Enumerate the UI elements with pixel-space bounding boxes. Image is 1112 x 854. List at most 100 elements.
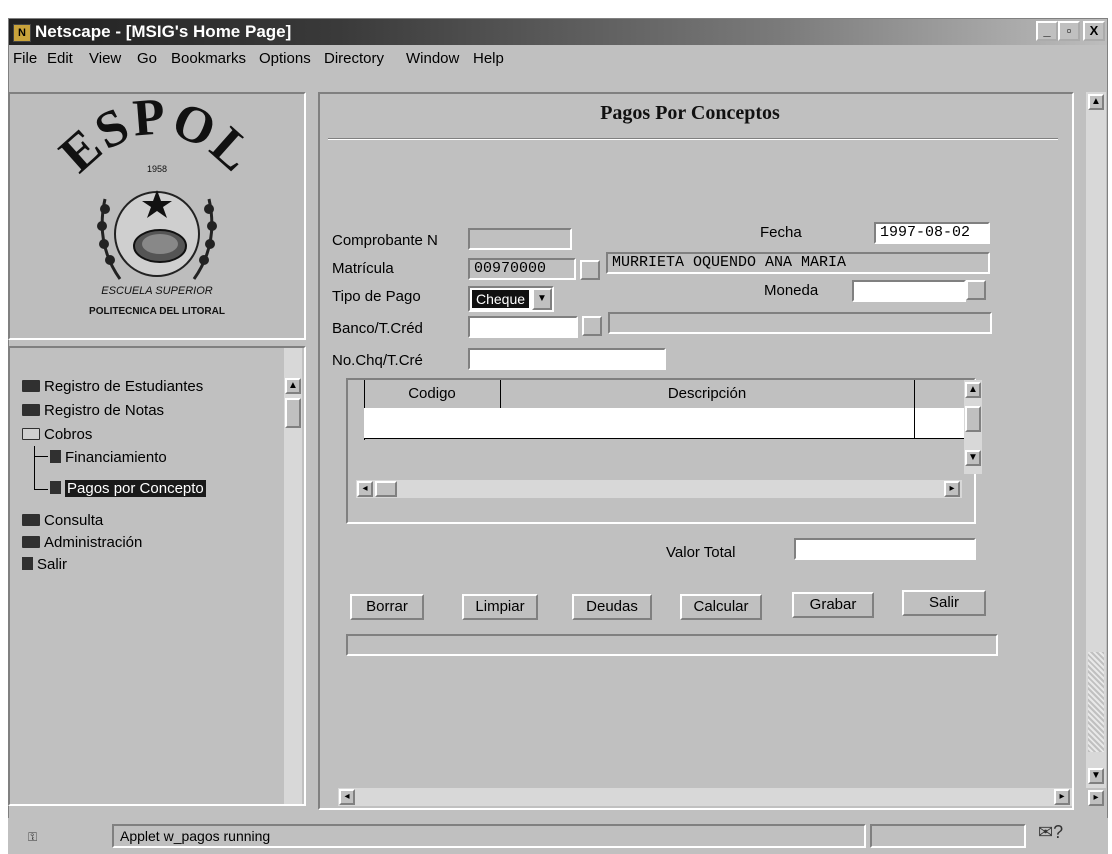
tipo-pago-select[interactable]: Cheque ▼ [468,286,554,312]
logo-motto-2: POLITECNICA DEL LITORAL [89,306,225,317]
fecha-label: Fecha [760,224,802,241]
status-bar: ⚿ Applet w_pagos running ✉? [8,818,1108,854]
matricula-field[interactable]: 00970000 [468,258,576,280]
moneda-lookup-button[interactable] [966,280,986,300]
maximize-button[interactable]: ▫ [1058,21,1080,41]
sidebar-item-administracion[interactable]: Administración [22,534,142,551]
grid-vertical-scrollbar[interactable]: ▲ ▼ [964,380,982,474]
borrar-button[interactable]: Borrar [350,594,424,620]
scroll-right-arrow-icon[interactable]: ▸ [944,481,960,497]
sidebar-item-consulta[interactable]: Consulta [22,512,103,529]
content-horizontal-scrollbar[interactable]: ◂ ▸ [338,788,1072,806]
progress-bar [870,824,1026,848]
sidebar-item-cobros[interactable]: Cobros [22,426,92,443]
folder-open-icon [22,428,40,440]
tipo-pago-label: Tipo de Pago [332,288,421,305]
close-button[interactable]: X [1083,21,1105,41]
scrollbar-track[interactable] [1088,652,1104,752]
tree-connector [34,446,35,490]
comprobante-label: Comprobante N [332,232,438,249]
content-frame: Pagos Por Conceptos Comprobante N Fecha … [318,92,1074,810]
security-key-icon: ⚿ [28,830,38,844]
table-cell-codigo[interactable] [364,408,501,439]
tree-connector [34,456,48,457]
sidebar-item-registro-notas[interactable]: Registro de Notas [22,402,164,419]
menu-help[interactable]: Help [473,47,504,71]
banco-field[interactable] [468,316,578,338]
scrollbar-thumb[interactable] [965,406,981,432]
sidebar-item-registro-estudiantes[interactable]: Registro de Estudiantes [22,378,203,395]
menu-file[interactable]: File [13,47,37,71]
matricula-lookup-button[interactable] [580,260,600,280]
minimize-button[interactable]: _ [1036,21,1058,41]
message-bar [346,634,998,656]
row-selector-column [348,380,365,440]
valor-total-label: Valor Total [666,544,736,561]
mail-icon[interactable]: ✉? [1038,822,1063,843]
tipo-pago-value: Cheque [472,290,530,308]
table-cell-extra[interactable] [915,408,965,439]
menu-bookmarks[interactable]: Bookmarks [171,47,246,71]
comprobante-field[interactable] [468,228,572,250]
valor-total-field[interactable] [794,538,976,560]
column-header-codigo[interactable]: Codigo [364,380,501,409]
folder-icon [22,514,40,526]
folder-icon [22,404,40,416]
folder-icon [22,380,40,392]
tree-connector [34,489,48,490]
espol-logo: ESPOL 1958 ESCUELA SUPERIOR POLITECNICA … [10,88,304,338]
sidebar-item-financiamiento[interactable]: Financiamiento [50,449,167,466]
nocheque-label: No.Chq/T.Cré [332,352,423,369]
matricula-label: Matrícula [332,260,394,277]
menu-view[interactable]: View [89,47,121,71]
scroll-left-arrow-icon[interactable]: ◂ [357,481,373,497]
title-bar: N Netscape - [MSIG's Home Page] _ ▫ X [9,19,1107,45]
scroll-right-arrow-icon[interactable]: ▸ [1054,789,1070,805]
column-header-descripcion[interactable]: Descripción [500,380,915,409]
detail-grid[interactable]: Codigo Descripción ▲ ▼ ◂ ▸ [346,378,982,524]
calcular-button[interactable]: Calcular [680,594,762,620]
nocheque-field[interactable] [468,348,666,370]
nombre-field: MURRIETA OQUENDO ANA MARIA [606,252,990,274]
moneda-label: Moneda [764,282,819,299]
scroll-down-arrow-icon[interactable]: ▼ [965,450,981,466]
menu-options[interactable]: Options [259,47,311,71]
page-title: Pagos Por Conceptos [600,102,780,124]
title-divider [328,138,1058,140]
scroll-up-arrow-icon[interactable]: ▲ [965,382,981,398]
menu-go[interactable]: Go [137,47,157,71]
scroll-left-arrow-icon[interactable]: ◂ [339,789,355,805]
banco-label: Banco/T.Créd [332,320,423,337]
scroll-up-arrow-icon[interactable]: ▲ [1088,94,1104,110]
banco-lookup-button[interactable] [582,316,602,336]
chevron-down-icon[interactable]: ▼ [532,288,552,310]
scrollbar-thumb[interactable] [375,481,397,497]
scroll-up-arrow-icon[interactable]: ▲ [285,378,301,394]
menu-window[interactable]: Window [406,47,459,71]
tree-scrollbar[interactable]: ▲ [284,348,302,804]
deudas-button[interactable]: Deudas [572,594,652,620]
fecha-field[interactable]: 1997-08-02 [874,222,990,244]
banco-desc-field [608,312,992,334]
document-icon [50,481,61,494]
sidebar-item-pagos-por-concepto[interactable]: Pagos por Concepto [50,480,206,497]
logo-motto-1: ESCUELA SUPERIOR [101,285,213,297]
menu-directory[interactable]: Directory [324,47,384,71]
grid-horizontal-scrollbar[interactable]: ◂ ▸ [356,480,962,498]
netscape-icon: N [13,24,31,42]
scrollbar-thumb[interactable] [285,398,301,428]
espol-logo-frame: ESPOL 1958 ESCUELA SUPERIOR POLITECNICA … [8,88,306,340]
folder-icon [22,536,40,548]
moneda-field[interactable] [852,280,966,302]
scroll-right-arrow-icon[interactable]: ▸ [1088,790,1104,806]
scroll-down-arrow-icon[interactable]: ▼ [1088,768,1104,784]
limpiar-button[interactable]: Limpiar [462,594,538,620]
grabar-button[interactable]: Grabar [792,592,874,618]
sidebar-item-salir[interactable]: Salir [22,556,67,573]
page-vertical-scrollbar[interactable]: ▲ ▼ [1086,92,1106,788]
nav-tree: Registro de Estudiantes Registro de Nota… [8,346,306,806]
menu-bar: File Edit View Go Bookmarks Options Dire… [9,47,1107,71]
table-cell-descripcion[interactable] [500,408,915,439]
menu-edit[interactable]: Edit [47,47,73,71]
salir-button[interactable]: Salir [902,590,986,616]
